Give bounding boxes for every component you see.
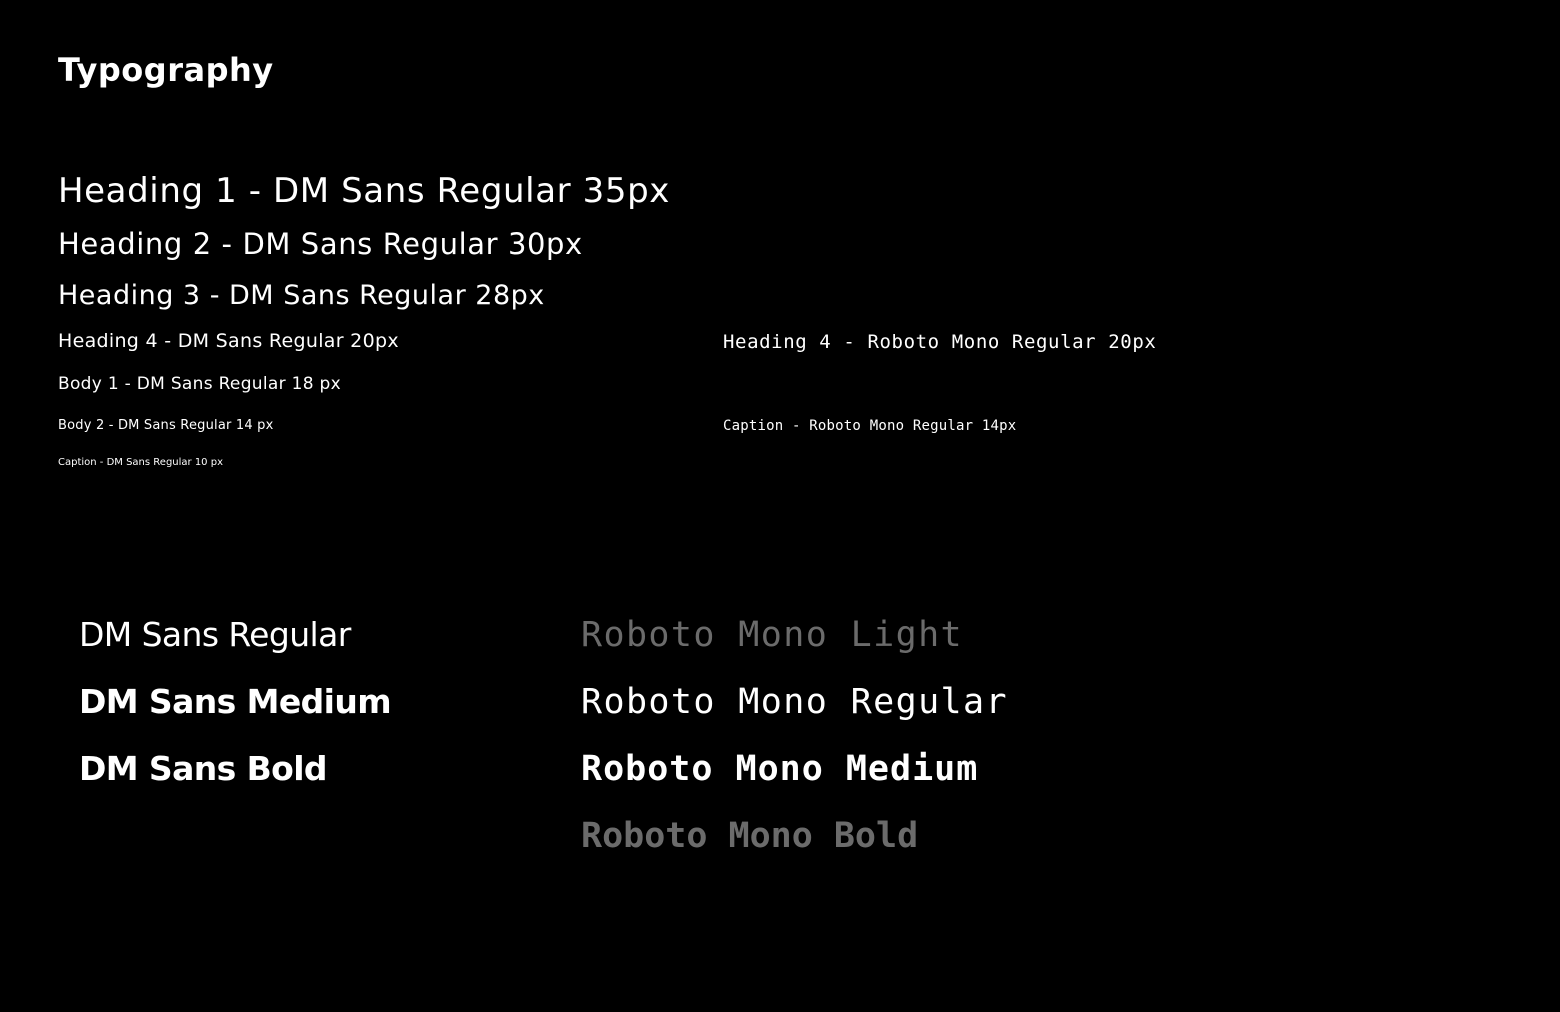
body1-sample: Body 1 - DM Sans Regular 18 px (58, 374, 341, 394)
heading3-sample: Heading 3 - DM Sans Regular 28px (58, 280, 545, 311)
heading1-sample: Heading 1 - DM Sans Regular 35px (58, 171, 670, 211)
mono-heading4-sample: Heading 4 - Roboto Mono Regular 20px (723, 331, 1157, 353)
sans-regular-sample: DM Sans Regular (79, 615, 351, 654)
mono-regular-sample: Roboto Mono Regular (581, 682, 1008, 722)
heading4-sample: Heading 4 - DM Sans Regular 20px (58, 330, 399, 352)
mono-medium-sample: Roboto Mono Medium (581, 749, 979, 789)
mono-caption-sample: Caption - Roboto Mono Regular 14px (723, 418, 1017, 434)
mono-bold-sample: Roboto Mono Bold (581, 816, 919, 856)
sans-medium-sample: DM Sans Medium (79, 682, 392, 721)
mono-light-sample: Roboto Mono Light (581, 615, 964, 655)
body2-sample: Body 2 - DM Sans Regular 14 px (58, 418, 274, 433)
sans-bold-sample: DM Sans Bold (79, 749, 328, 788)
heading2-sample: Heading 2 - DM Sans Regular 30px (58, 227, 583, 261)
caption-sample: Caption - DM Sans Regular 10 px (58, 457, 223, 468)
page-title: Typography (58, 51, 274, 89)
